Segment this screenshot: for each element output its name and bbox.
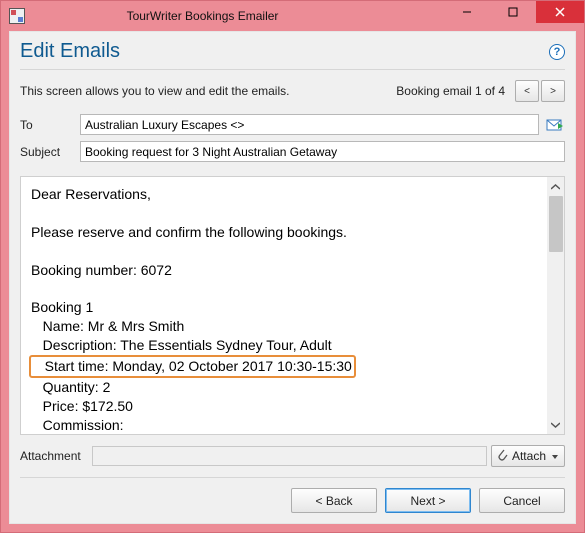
titlebar[interactable]: TourWriter Bookings Emailer — [1, 1, 584, 31]
start-time-highlight: Start time: Monday, 02 October 2017 10:3… — [29, 355, 356, 378]
subject-label: Subject — [20, 145, 80, 159]
email-body-editor[interactable]: Dear Reservations, Please reserve and co… — [20, 176, 565, 435]
back-button[interactable]: < Back — [291, 488, 377, 513]
window-title: TourWriter Bookings Emailer — [0, 9, 444, 23]
attachment-field[interactable] — [92, 446, 487, 466]
body-start-value: Monday, 02 October 2017 10:30-15:30 — [112, 358, 351, 374]
body-description-value: The Essentials Sydney Tour, Adult — [120, 337, 331, 353]
window-controls — [444, 1, 584, 23]
body-name-value: Mr & Mrs Smith — [88, 318, 184, 334]
scrollbar[interactable] — [547, 177, 564, 434]
address-book-icon[interactable] — [545, 116, 565, 134]
body-greeting: Dear Reservations, — [31, 186, 151, 202]
body-start-label: Start time: — [45, 358, 109, 374]
body-booking-header: Booking 1 — [31, 299, 93, 315]
body-price-value: $172.50 — [82, 398, 133, 414]
paperclip-icon — [496, 448, 508, 465]
footer-buttons: < Back Next > Cancel — [20, 477, 565, 513]
attach-button-label: Attach — [512, 449, 546, 463]
scroll-thumb[interactable] — [549, 196, 563, 252]
next-button[interactable]: Next > — [385, 488, 471, 513]
help-icon[interactable]: ? — [549, 44, 565, 60]
attachment-label: Attachment — [20, 449, 92, 463]
prev-email-button[interactable]: < — [515, 80, 539, 102]
body-intro: Please reserve and confirm the following… — [31, 224, 347, 240]
minimize-button[interactable] — [444, 1, 490, 23]
body-quantity-value: 2 — [103, 379, 111, 395]
attach-button[interactable]: Attach — [491, 445, 565, 467]
body-quantity-label: Quantity: — [43, 379, 99, 395]
app-icon — [9, 8, 25, 24]
scroll-up-icon[interactable] — [548, 179, 563, 194]
window-frame: TourWriter Bookings Emailer Edit Emails … — [0, 0, 585, 533]
email-counter: Booking email 1 of 4 — [396, 84, 505, 98]
dialog-body: Edit Emails ? This screen allows you to … — [9, 31, 576, 524]
body-price-label: Price: — [43, 398, 79, 414]
scroll-down-icon[interactable] — [548, 417, 563, 432]
page-title: Edit Emails — [20, 40, 549, 63]
body-description-label: Description: — [43, 337, 117, 353]
maximize-button[interactable] — [490, 1, 536, 23]
to-label: To — [20, 118, 80, 132]
screen-description: This screen allows you to view and edit … — [20, 84, 396, 98]
to-field[interactable] — [80, 114, 539, 135]
body-booking-number-value: 6072 — [141, 262, 172, 278]
close-button[interactable] — [536, 1, 584, 23]
body-booking-number-label: Booking number: — [31, 262, 137, 278]
body-commission-label: Commission: — [43, 417, 124, 433]
cancel-button[interactable]: Cancel — [479, 488, 565, 513]
body-name-label: Name: — [43, 318, 84, 334]
next-email-button[interactable]: > — [541, 80, 565, 102]
divider — [20, 69, 565, 70]
subject-field[interactable] — [80, 141, 565, 162]
chevron-down-icon — [550, 449, 558, 463]
email-body-content[interactable]: Dear Reservations, Please reserve and co… — [21, 177, 547, 434]
